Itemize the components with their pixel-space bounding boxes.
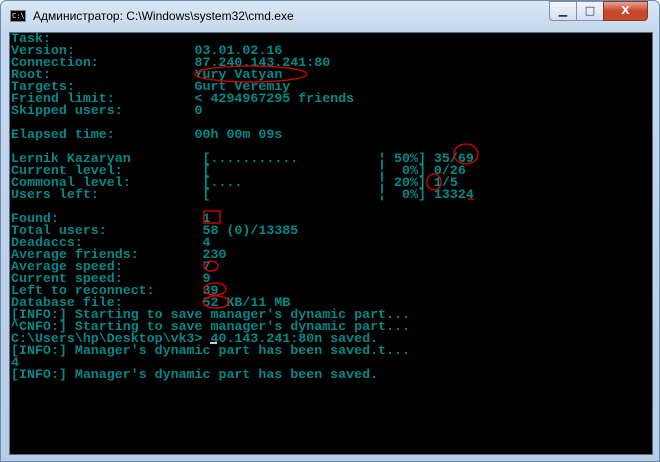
console-line: [INFO:] Manager's dynamic part has been … xyxy=(11,367,379,382)
console-output[interactable]: Task: Version: 03.01.02.16 Connection: 87.… xyxy=(9,32,653,455)
console-line: [INFO:] Manager's dynamic part has been … xyxy=(11,343,410,358)
cmd-window: C:\ Администратор: C:\Windows\system32\c… xyxy=(0,0,660,462)
maximize-button[interactable]: □ xyxy=(576,1,604,21)
close-button[interactable]: X xyxy=(603,1,648,21)
minimize-button[interactable]: ▁ xyxy=(549,1,577,21)
console-line: Skipped users: 0 xyxy=(11,103,203,118)
cmd-icon: C:\ xyxy=(10,10,26,22)
window-title: Администратор: C:\Windows\system32\cmd.e… xyxy=(33,9,294,23)
console-lines: Task: Version: 03.01.02.16 Connection: 87.… xyxy=(11,33,474,381)
title-bar[interactable]: C:\ Администратор: C:\Windows\system32\c… xyxy=(1,1,659,31)
console-line: Elapsed time: 00h 00m 09s xyxy=(11,127,283,142)
console-line: Users left: [ ¦ 0%] 13324 xyxy=(11,187,474,202)
